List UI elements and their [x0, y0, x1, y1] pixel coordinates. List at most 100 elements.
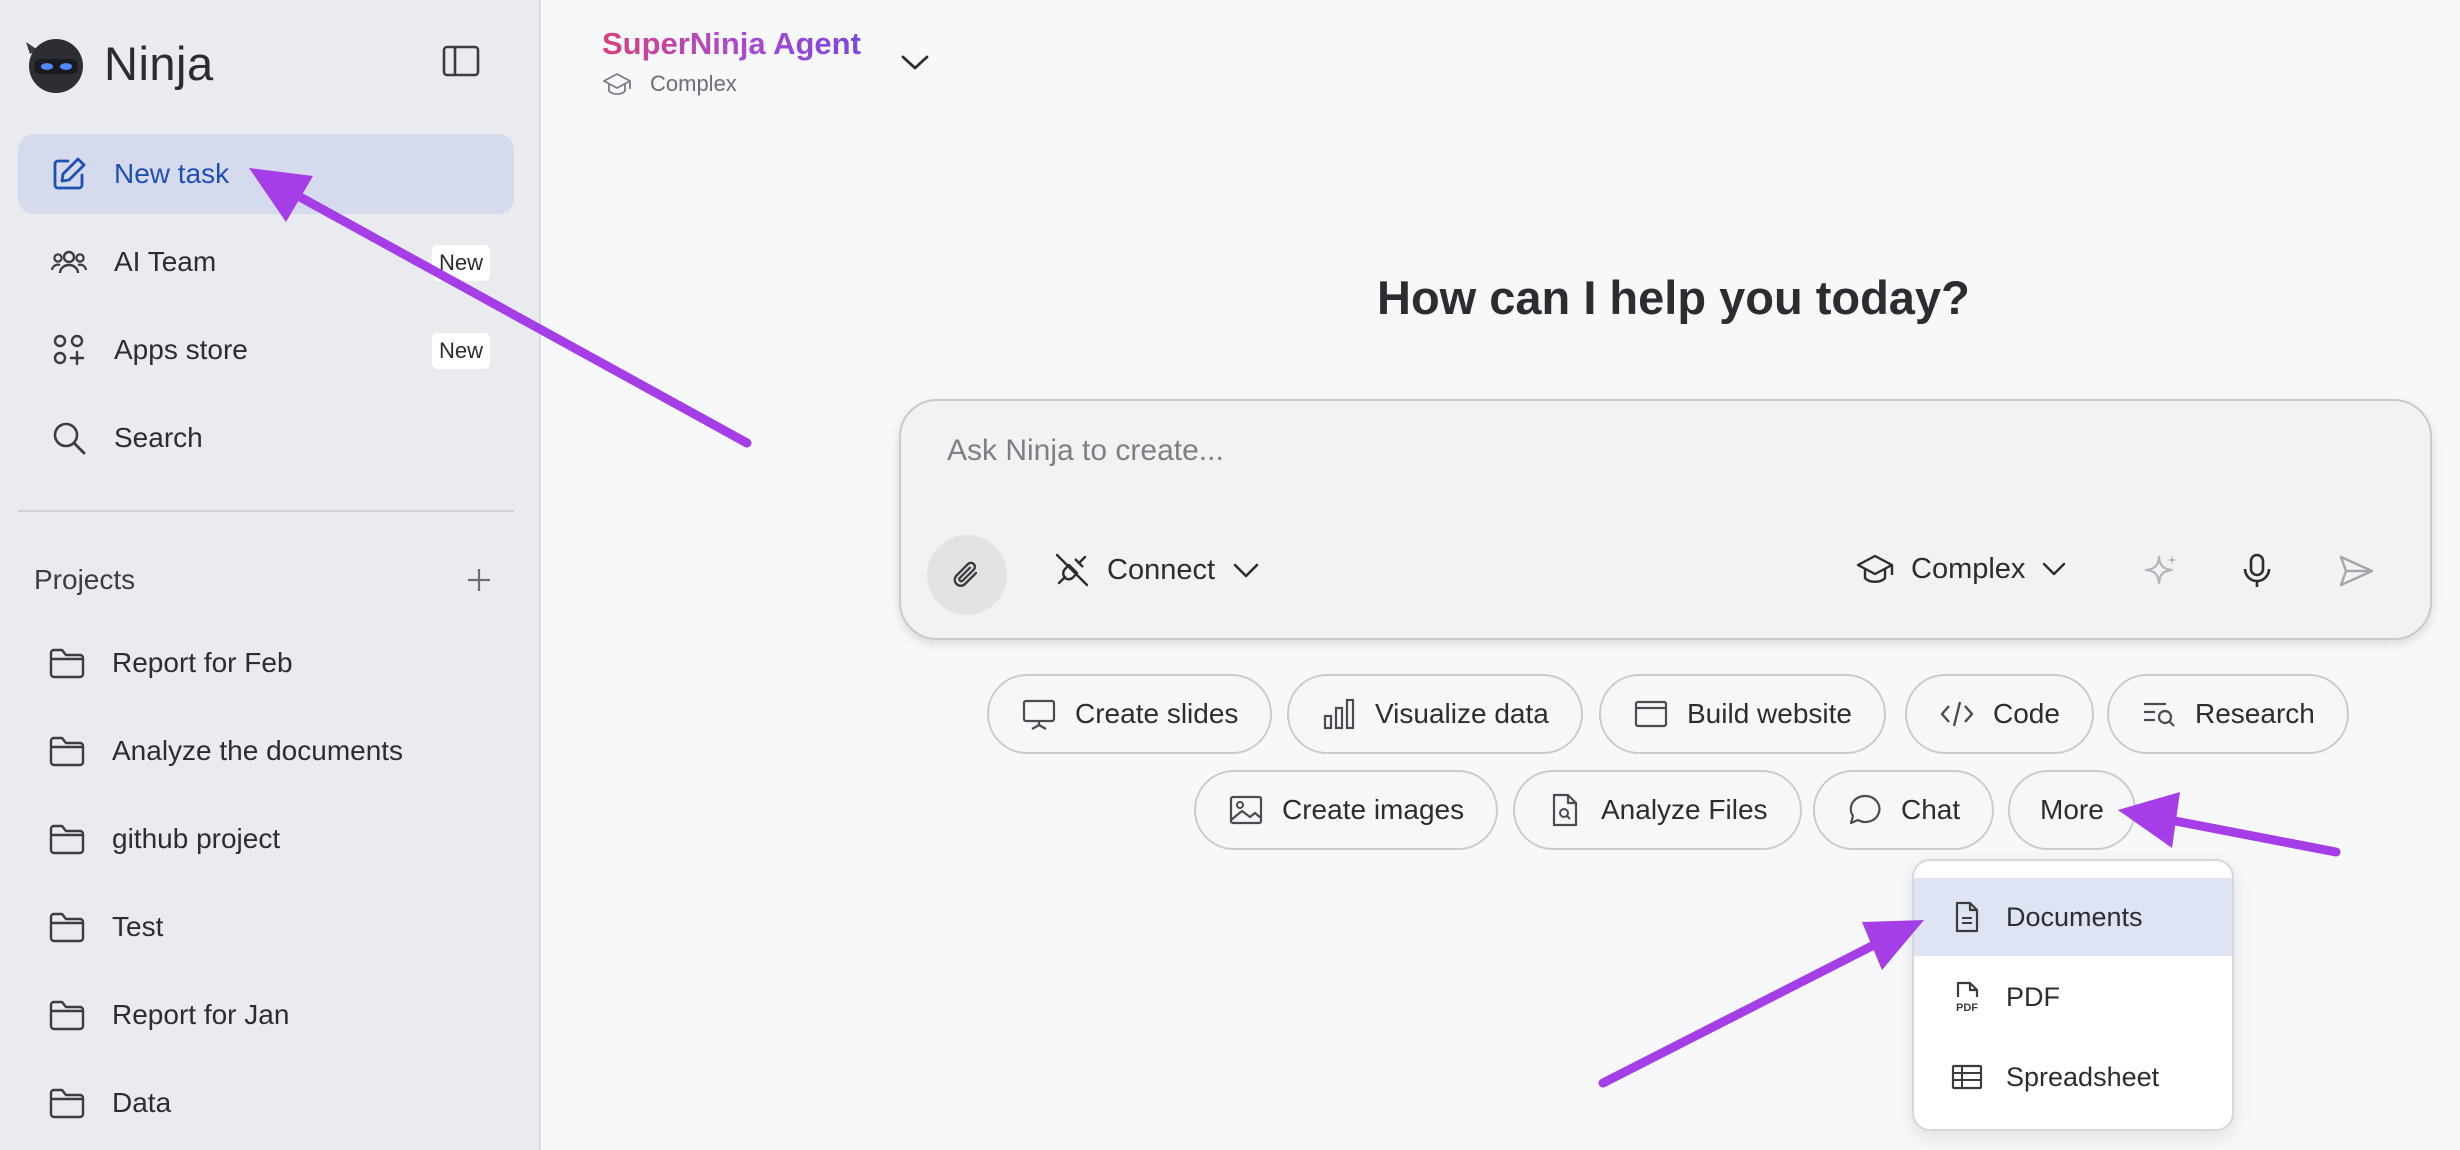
edit-icon — [53, 157, 86, 190]
sidebar-item-label: New task — [114, 158, 230, 189]
team-icon — [50, 250, 88, 274]
svg-text:PDF: PDF — [1956, 1002, 1978, 1014]
project-label: Data — [112, 1087, 172, 1118]
projects-header: Projects — [34, 560, 494, 600]
sparkle-icon[interactable] — [2141, 551, 2181, 591]
prompt-input[interactable] — [947, 429, 2247, 473]
create-images-button[interactable]: Create images — [1194, 770, 1499, 850]
project-item[interactable]: Test — [32, 897, 512, 957]
sidebar-item-apps-store[interactable]: Apps store New — [18, 310, 514, 390]
chat-bubble-icon — [1849, 794, 1881, 825]
more-button[interactable]: More — [2008, 770, 2136, 850]
project-label: github project — [112, 823, 281, 854]
menu-item-label: PDF — [2006, 981, 2060, 1012]
project-item[interactable]: Data — [32, 1073, 512, 1133]
chip-label: Create images — [1282, 794, 1465, 825]
folder-icon — [49, 1000, 85, 1031]
mode-label: Complex — [1911, 552, 2026, 585]
project-item[interactable]: github project — [32, 809, 512, 869]
menu-item-spreadsheet[interactable]: Spreadsheet — [1914, 1038, 2232, 1116]
browser-window-icon — [1634, 700, 1668, 728]
chip-label: Visualize data — [1375, 698, 1549, 729]
presentation-icon — [1022, 699, 1056, 730]
project-label: Test — [112, 911, 164, 942]
chevron-down-icon — [2043, 562, 2066, 576]
connect-label: Connect — [1107, 553, 1216, 586]
microphone-icon[interactable] — [2237, 551, 2277, 591]
folder-icon — [49, 648, 85, 679]
prompt-box: Connect Complex — [899, 399, 2432, 640]
sidebar: Ninja New task AI Team New Apps store Ne… — [0, 0, 541, 1150]
document-icon — [1955, 901, 1979, 933]
send-icon[interactable] — [2336, 551, 2376, 591]
mode-selector[interactable]: Complex — [1855, 551, 2067, 587]
menu-item-label: Spreadsheet — [2006, 1061, 2160, 1092]
sidebar-item-label: Search — [114, 422, 203, 453]
agent-mode-label: Complex — [650, 71, 737, 96]
image-icon — [1229, 795, 1263, 825]
annotation-arrow — [2118, 792, 2341, 857]
create-slides-button[interactable]: Create slides — [987, 674, 1273, 754]
project-label: Analyze the documents — [112, 735, 404, 766]
page-title: How can I help you today? — [1377, 271, 1970, 324]
agent-name: SuperNinja Agent — [602, 26, 861, 61]
file-search-icon — [1552, 793, 1578, 827]
chevron-down-icon[interactable] — [898, 48, 932, 76]
attach-button[interactable] — [927, 535, 1007, 615]
chip-label: Build website — [1687, 698, 1852, 729]
sidebar-toggle-icon[interactable] — [441, 44, 481, 78]
chip-label: Research — [2195, 698, 2315, 729]
sidebar-item-label: Apps store — [114, 334, 248, 365]
connect-button[interactable]: Connect — [1053, 551, 1261, 589]
new-badge: New — [431, 245, 490, 281]
apps-icon — [53, 334, 85, 366]
build-website-button[interactable]: Build website — [1599, 674, 1886, 754]
spreadsheet-icon — [1951, 1064, 1983, 1090]
new-badge: New — [431, 333, 490, 369]
sidebar-divider — [18, 510, 514, 512]
analyze-files-button[interactable]: Analyze Files — [1513, 770, 1802, 850]
folder-icon — [49, 824, 85, 855]
chip-label: More — [2040, 794, 2104, 825]
logo[interactable]: Ninja — [20, 28, 214, 98]
visualize-data-button[interactable]: Visualize data — [1287, 674, 1583, 754]
graduation-cap-icon — [1856, 554, 1894, 583]
code-button[interactable]: Code — [1905, 674, 2094, 754]
project-item[interactable]: Analyze the documents — [32, 721, 512, 781]
agent-mode: Complex — [602, 70, 861, 98]
project-label: Report for Feb — [112, 647, 293, 678]
sidebar-item-ai-team[interactable]: AI Team New — [18, 222, 514, 302]
folder-icon — [49, 736, 85, 767]
agent-selector[interactable]: SuperNinja Agent Complex — [602, 26, 861, 98]
annotation-arrow — [1598, 920, 1924, 1088]
chip-label: Analyze Files — [1601, 794, 1768, 825]
bar-chart-icon — [1323, 698, 1355, 730]
project-label: Report for Jan — [112, 999, 290, 1030]
paperclip-icon — [953, 561, 978, 587]
projects-title: Projects — [34, 564, 136, 595]
folder-icon — [49, 1088, 85, 1119]
chevron-down-icon — [1233, 563, 1259, 578]
add-project-icon[interactable] — [464, 565, 494, 595]
ninja-logo-icon — [26, 39, 83, 93]
chat-button[interactable]: Chat — [1813, 770, 1995, 850]
menu-item-label: Documents — [2006, 901, 2143, 932]
sidebar-item-new-task[interactable]: New task — [18, 134, 514, 214]
sidebar-item-label: AI Team — [114, 246, 217, 277]
project-item[interactable]: Report for Jan — [32, 985, 512, 1045]
app-name: Ninja — [104, 36, 214, 90]
chip-label: Create slides — [1075, 698, 1239, 729]
project-item[interactable]: Report for Feb — [32, 633, 512, 693]
graduation-cap-icon — [603, 73, 631, 95]
chip-label: Code — [1993, 698, 2060, 729]
folder-icon — [49, 912, 85, 943]
code-icon — [1940, 701, 1974, 727]
plug-off-icon — [1055, 553, 1089, 587]
menu-item-documents[interactable]: Documents — [1914, 878, 2232, 956]
menu-item-pdf[interactable]: PDF PDF — [1914, 958, 2232, 1036]
research-button[interactable]: Research — [2107, 674, 2349, 754]
research-icon — [2144, 702, 2175, 727]
more-menu: Documents PDF PDF Spreadsheet — [1912, 859, 2234, 1131]
search-icon — [53, 422, 86, 455]
sidebar-item-search[interactable]: Search — [18, 398, 514, 478]
